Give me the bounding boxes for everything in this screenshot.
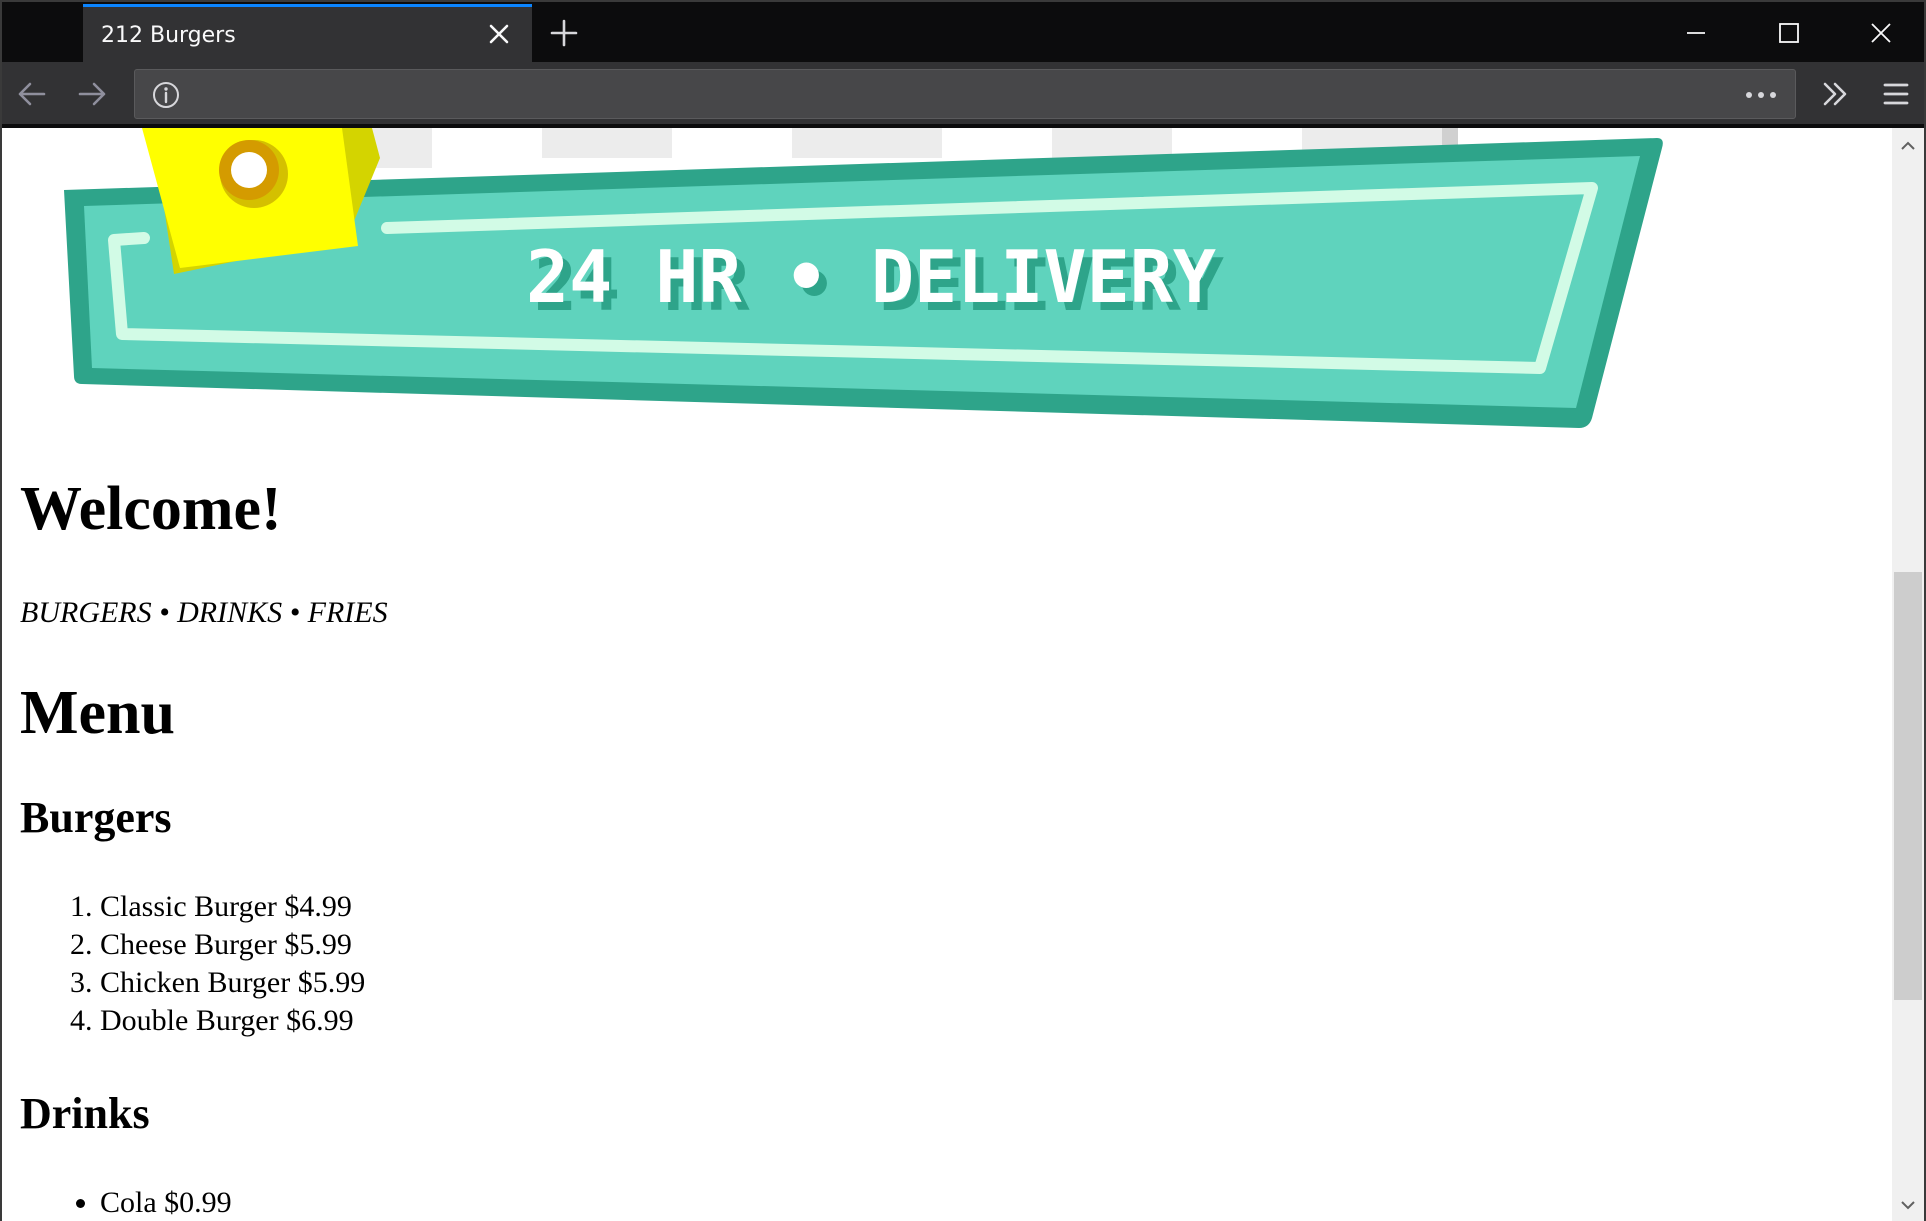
url-bar[interactable] — [134, 69, 1796, 119]
more-dots-icon[interactable] — [1741, 80, 1781, 110]
info-icon[interactable] — [151, 80, 181, 110]
chevron-down-icon[interactable] — [1898, 1197, 1918, 1213]
tagline: BURGERS • DRINKS • FRIES — [20, 596, 388, 629]
list-item: Cheese Burger $5.99 — [100, 926, 1880, 964]
arrow-right-icon[interactable] — [74, 76, 110, 112]
hamburger-icon[interactable] — [1878, 76, 1914, 112]
welcome-heading: Welcome! — [20, 475, 282, 543]
plus-icon[interactable] — [547, 16, 581, 50]
list-item: Chicken Burger $5.99 — [100, 964, 1880, 1002]
burgers-heading: Burgers — [20, 793, 172, 842]
burgers-list: Classic Burger $4.99 Cheese Burger $5.99… — [20, 888, 1880, 1040]
navigation-toolbar — [2, 62, 1924, 126]
banner-text: 24 HR • DELIVERY — [526, 235, 1217, 319]
drinks-heading: Drinks — [20, 1089, 150, 1138]
vertical-scrollbar[interactable] — [1892, 128, 1924, 1221]
double-chevron-right-icon[interactable] — [1817, 76, 1853, 112]
list-item: Cola $0.99 — [100, 1184, 1880, 1221]
chevron-up-icon[interactable] — [1898, 138, 1918, 154]
scrollbar-thumb[interactable] — [1894, 572, 1922, 1000]
list-item: Classic Burger $4.99 — [100, 888, 1880, 926]
close-icon[interactable] — [484, 19, 514, 49]
delivery-banner: 24 HR • DELIVERY 24 HR • DELIVERY — [64, 128, 1663, 428]
list-item: Double Burger $6.99 — [100, 1002, 1880, 1040]
tab-strip: 212 Burgers — [2, 2, 1924, 62]
drinks-list: Cola $0.99 — [20, 1184, 1880, 1221]
browser-window: 212 Burgers 24 HR • DELIVERY 24 HR • DEL… — [0, 0, 1926, 1221]
page-body: Welcome! BURGERS • DRINKS • FRIES Menu B… — [20, 478, 1880, 1221]
tab-title: 212 Burgers — [101, 23, 236, 48]
tab-active[interactable]: 212 Burgers — [83, 4, 532, 62]
minimize-icon[interactable] — [1679, 16, 1713, 50]
page-viewport: 24 HR • DELIVERY 24 HR • DELIVERY Welcom… — [2, 128, 1924, 1221]
arrow-left-icon[interactable] — [14, 76, 50, 112]
window-close-icon[interactable] — [1864, 16, 1898, 50]
menu-heading: Menu — [20, 679, 175, 747]
maximize-icon[interactable] — [1772, 16, 1806, 50]
